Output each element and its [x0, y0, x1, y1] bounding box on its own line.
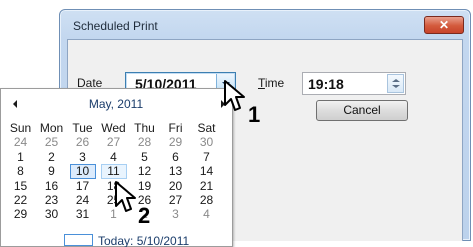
calendar-day[interactable]: 14 [191, 164, 222, 178]
calendar-day[interactable]: 25 [36, 135, 67, 149]
calendar-day[interactable]: 3 [67, 150, 98, 164]
calendar-day[interactable]: 16 [36, 179, 67, 193]
calendar-dropdown: May, 2011 Sun Mon Tue Wed Thu Fri Sat 24… [0, 88, 233, 247]
dialog-title: Scheduled Print [73, 19, 158, 33]
calendar-day[interactable]: 13 [160, 164, 191, 178]
time-field[interactable]: 19:18 [302, 72, 406, 95]
calendar-day[interactable]: 5 [129, 150, 160, 164]
calendar-day[interactable]: 3 [160, 207, 191, 221]
calendar-day[interactable]: 1 [5, 150, 36, 164]
calendar-day[interactable]: 7 [191, 150, 222, 164]
calendar-week-row: 8 9 10 11 12 13 14 [5, 164, 222, 180]
calendar-day[interactable]: 20 [160, 179, 191, 193]
calendar-day[interactable]: 28 [129, 135, 160, 149]
spin-down-icon[interactable] [392, 85, 400, 88]
calendar-day[interactable]: 24 [5, 135, 36, 149]
calendar-day[interactable]: 27 [160, 193, 191, 207]
calendar-day[interactable]: 24 [67, 193, 98, 207]
weekday-header-row: Sun Mon Tue Wed Thu Fri Sat [5, 121, 222, 135]
calendar-day[interactable]: 22 [5, 193, 36, 207]
spin-up-icon[interactable] [392, 79, 400, 82]
weekday-label: Wed [101, 121, 126, 135]
calendar-day[interactable]: 23 [36, 193, 67, 207]
calendar-day[interactable]: 29 [5, 207, 36, 221]
calendar-day[interactable]: 27 [98, 135, 129, 149]
calendar-day[interactable]: 26 [67, 135, 98, 149]
calendar-day[interactable]: 28 [191, 193, 222, 207]
close-button[interactable]: ✕ [424, 16, 464, 34]
calendar-week-row: 24 25 26 27 28 29 30 [5, 135, 222, 149]
weekday-label: Thu [134, 121, 155, 135]
chevron-left-icon[interactable] [13, 100, 17, 108]
close-icon: ✕ [438, 18, 450, 32]
calendar-day[interactable]: 9 [36, 164, 67, 178]
calendar-day[interactable]: 2 [36, 150, 67, 164]
step-2-label: 2 [138, 203, 151, 228]
calendar-day[interactable]: 29 [160, 135, 191, 149]
time-value: 19:18 [308, 76, 344, 92]
calendar-day[interactable]: 4 [191, 207, 222, 221]
step-1-label: 1 [248, 102, 261, 127]
mouse-pointer-icon [115, 181, 136, 212]
today-swatch [64, 234, 93, 246]
calendar-month-title[interactable]: May, 2011 [61, 97, 171, 111]
calendar-day-today[interactable]: 10 [67, 164, 98, 180]
calendar-day[interactable]: 8 [5, 164, 36, 178]
today-text: Today: 5/10/2011 [98, 234, 190, 247]
calendar-day[interactable]: 15 [5, 179, 36, 193]
spinner-icon[interactable] [387, 74, 404, 93]
cancel-button[interactable]: Cancel [316, 100, 408, 121]
weekday-label: Fri [168, 121, 183, 135]
calendar-day[interactable]: 30 [191, 135, 222, 149]
calendar-day[interactable]: 4 [98, 150, 129, 164]
calendar-day[interactable]: 6 [160, 150, 191, 164]
weekday-label: Sat [197, 121, 216, 135]
calendar-week-row: 1 2 3 4 5 6 7 [5, 150, 222, 164]
calendar-day[interactable]: 21 [191, 179, 222, 193]
calendar-day[interactable]: 12 [129, 164, 160, 178]
calendar-day[interactable]: 30 [36, 207, 67, 221]
time-label: Time [258, 76, 285, 90]
weekday-label: Tue [72, 121, 93, 135]
calendar-day[interactable]: 17 [67, 179, 98, 193]
mouse-pointer-icon [224, 80, 245, 111]
calendar-day[interactable]: 31 [67, 207, 98, 221]
calendar-day-hover[interactable]: 11 [98, 164, 129, 180]
weekday-label: Mon [39, 121, 64, 135]
weekday-label: Sun [9, 121, 32, 135]
